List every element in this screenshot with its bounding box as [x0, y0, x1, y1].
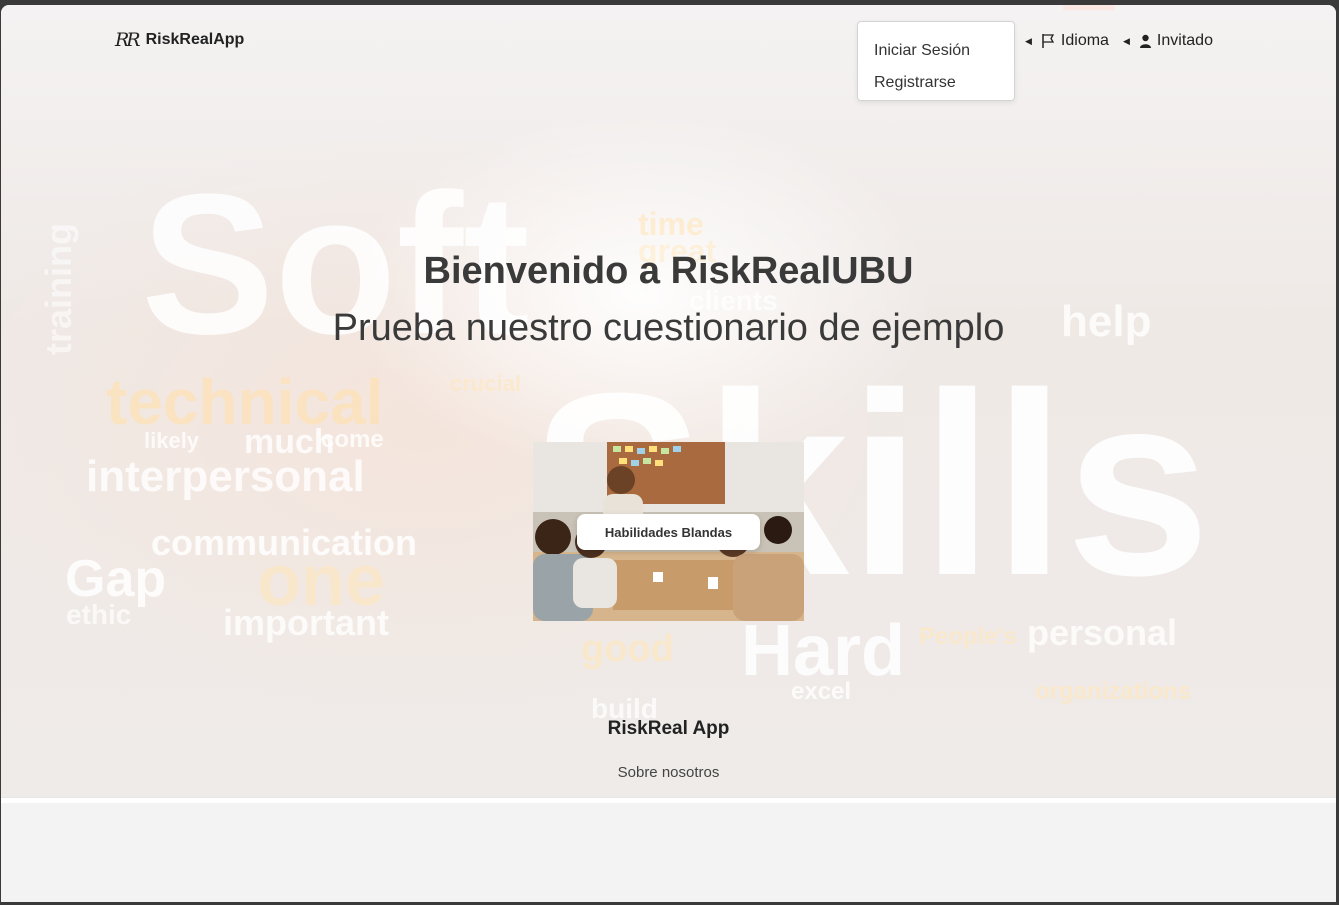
navbar: RR RiskRealApp Iniciar Sesión Registrars… — [1, 5, 1336, 101]
hero-background: Soft Skills technical interpersonal comm… — [1, 5, 1336, 797]
language-label: Idioma — [1060, 32, 1109, 49]
user-icon — [1139, 34, 1151, 48]
footer-title: RiskReal App — [607, 718, 730, 739]
bg-word: personal — [1027, 612, 1178, 653]
bg-word: good — [581, 628, 674, 670]
bg-word: organizations — [1035, 678, 1192, 705]
brand-name: RiskRealApp — [145, 31, 245, 48]
register-menu-item[interactable]: Registrarse — [874, 74, 956, 92]
bg-word: crucial — [450, 371, 521, 396]
user-dropdown-menu: Iniciar Sesión Registrarse — [857, 21, 1015, 101]
bg-word: excel — [791, 678, 852, 705]
about-us-link[interactable]: Sobre nosotros — [1, 764, 1336, 781]
footer-divider — [1, 797, 1336, 803]
soft-skills-button[interactable]: Habilidades Blandas — [577, 514, 760, 550]
bg-word: interpersonal — [86, 452, 365, 501]
bg-word: Gap — [65, 550, 167, 608]
bg-word: come — [321, 426, 384, 453]
user-dropdown[interactable]: ◀ Invitado — [1123, 32, 1213, 50]
page-title: Bienvenido a RiskRealUBU — [423, 250, 914, 292]
bg-word: People's — [919, 623, 1017, 650]
bg-word: likely — [144, 428, 200, 453]
about-us-link-text[interactable]: Sobre nosotros — [618, 764, 720, 781]
bg-word: Hard — [741, 611, 906, 691]
bg-word: important — [223, 602, 389, 643]
browser-window: Soft Skills technical interpersonal comm… — [1, 5, 1336, 902]
bg-word: ethic — [66, 599, 132, 630]
brand-logo: RR — [115, 29, 141, 51]
login-menu-item[interactable]: Iniciar Sesión — [874, 42, 970, 60]
page-subtitle: Prueba nuestro cuestionario de ejemplo — [332, 307, 1005, 349]
caret-left-icon: ◀ — [1025, 35, 1032, 46]
flag-icon — [1042, 34, 1055, 48]
brand[interactable]: RR RiskRealApp — [115, 29, 244, 51]
user-label: Invitado — [1156, 32, 1213, 49]
caret-left-icon: ◀ — [1123, 35, 1130, 46]
language-dropdown[interactable]: ◀ Idioma — [1025, 32, 1109, 50]
